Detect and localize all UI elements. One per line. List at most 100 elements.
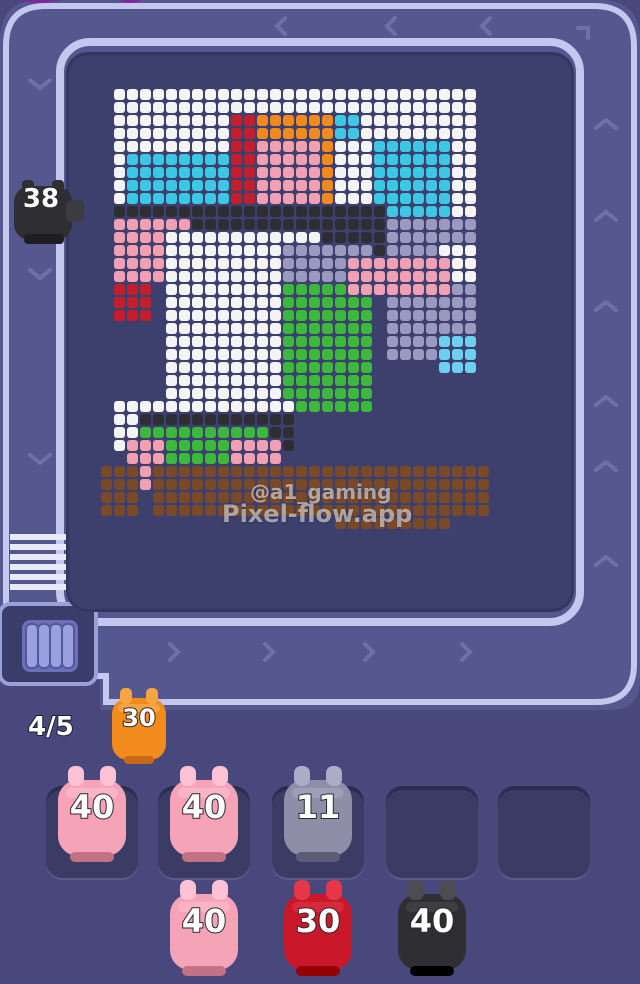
pixel-block <box>283 414 294 425</box>
pixel-block <box>452 323 463 334</box>
pixel-block <box>452 154 463 165</box>
pixel-block <box>270 219 281 230</box>
pixel-block <box>426 349 437 360</box>
pixel-block <box>179 388 190 399</box>
pixel-block <box>140 245 151 256</box>
shelf-pig-2[interactable]: 30 <box>278 876 358 980</box>
pixel-block <box>114 310 125 321</box>
pixel-block <box>335 245 346 256</box>
pixel-block <box>218 102 229 113</box>
pixel-block <box>270 180 281 191</box>
pixel-block <box>400 323 411 334</box>
pixel-block <box>296 362 307 373</box>
pixel-block <box>361 115 372 126</box>
pixel-block <box>153 115 164 126</box>
pixel-block <box>387 193 398 204</box>
pixel-block <box>335 128 346 139</box>
pixel-block <box>270 310 281 321</box>
pixel-block <box>361 388 372 399</box>
pixel-block <box>309 167 320 178</box>
pixel-block <box>205 479 216 490</box>
pixel-block <box>127 219 138 230</box>
pixel-block <box>400 336 411 347</box>
pixel-block <box>348 375 359 386</box>
pixel-block <box>218 440 229 451</box>
pixel-block <box>348 89 359 100</box>
pixel-block <box>244 440 255 451</box>
pixel-block <box>140 479 151 490</box>
pixel-block <box>439 284 450 295</box>
pixel-block <box>192 323 203 334</box>
pixel-block <box>218 141 229 152</box>
pixel-block <box>218 154 229 165</box>
pixel-block <box>270 349 281 360</box>
pixel-block <box>335 193 346 204</box>
pixel-block <box>166 453 177 464</box>
pixel-block <box>140 206 151 217</box>
pixel-block <box>387 258 398 269</box>
pixel-block <box>179 128 190 139</box>
slot-5[interactable] <box>498 786 590 878</box>
pixel-block <box>283 102 294 113</box>
pixel-block <box>244 310 255 321</box>
pixel-block <box>400 310 411 321</box>
pixel-block <box>179 141 190 152</box>
pixel-block <box>257 180 268 191</box>
pixel-block <box>309 89 320 100</box>
pixel-block <box>218 167 229 178</box>
pixel-block <box>231 141 242 152</box>
pixel-block <box>205 362 216 373</box>
pixel-block <box>361 245 372 256</box>
pixel-block <box>231 232 242 243</box>
pixel-block <box>465 284 476 295</box>
pixel-block <box>452 310 463 321</box>
pixel-block <box>452 128 463 139</box>
pixel-block <box>244 219 255 230</box>
slot-pig-2[interactable]: 40 <box>164 762 244 866</box>
pixel-block <box>257 102 268 113</box>
pixel-block <box>465 310 476 321</box>
pixel-block <box>348 284 359 295</box>
pixel-block <box>348 115 359 126</box>
pixel-block <box>413 336 424 347</box>
pixel-block <box>335 362 346 373</box>
pixel-block <box>309 141 320 152</box>
pixel-block <box>231 323 242 334</box>
pixel-block <box>205 102 216 113</box>
pixel-block <box>153 453 164 464</box>
pixel-block <box>114 414 125 425</box>
pixel-block <box>400 466 411 477</box>
pixel-block <box>257 167 268 178</box>
pixel-block <box>426 115 437 126</box>
slot-4[interactable] <box>386 786 478 878</box>
pixel-block <box>439 102 450 113</box>
pixel-block <box>283 466 294 477</box>
slot-pig-3[interactable]: 11 <box>278 762 358 866</box>
pixel-block <box>114 258 125 269</box>
pixel-block <box>192 89 203 100</box>
pixel-block <box>153 219 164 230</box>
pixel-block <box>270 401 281 412</box>
pixel-block <box>361 375 372 386</box>
pixel-block <box>452 167 463 178</box>
pixel-block <box>387 219 398 230</box>
pixel-block <box>309 115 320 126</box>
pixel-block <box>465 180 476 191</box>
pixel-block <box>387 284 398 295</box>
shelf-pig-3[interactable]: 40 <box>392 876 472 980</box>
pixel-block <box>192 362 203 373</box>
pixel-block <box>218 219 229 230</box>
pixel-block <box>166 414 177 425</box>
shelf-pig-1[interactable]: 40 <box>164 876 244 980</box>
pixel-block <box>426 206 437 217</box>
pixel-block <box>283 141 294 152</box>
pixel-block <box>283 362 294 373</box>
pixel-block <box>283 284 294 295</box>
pixel-block <box>478 466 489 477</box>
pixel-block <box>283 271 294 282</box>
queue-pig[interactable]: 30 <box>108 684 170 766</box>
slot-pig-1[interactable]: 40 <box>52 762 132 866</box>
pixel-block <box>348 193 359 204</box>
pixel-block <box>205 167 216 178</box>
pixel-block <box>127 427 138 438</box>
